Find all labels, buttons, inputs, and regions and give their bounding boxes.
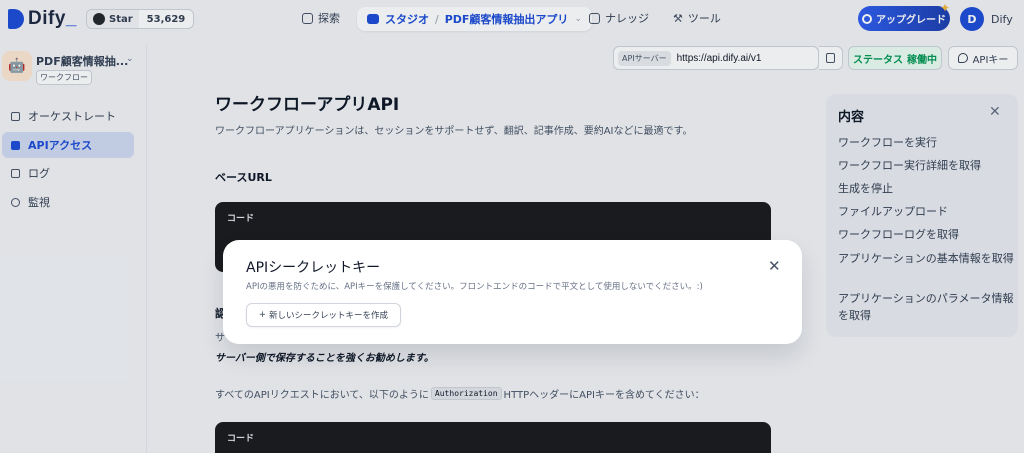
create-secret-key-label: 新しいシークレットキーを作成 (269, 311, 389, 321)
modal-overlay[interactable] (0, 0, 1024, 453)
api-secret-key-modal: APIシークレットキー APIの悪用を防ぐために、APIキーを保護してください。… (223, 240, 802, 344)
close-icon[interactable]: ✕ (768, 257, 781, 275)
modal-title: APIシークレットキー (246, 260, 381, 276)
modal-description: APIの悪用を防ぐために、APIキーを保護してください。フロントエンドのコードで… (246, 282, 703, 292)
plus-icon: + (258, 310, 267, 320)
create-secret-key-button[interactable]: + 新しいシークレットキーを作成 (246, 303, 401, 327)
